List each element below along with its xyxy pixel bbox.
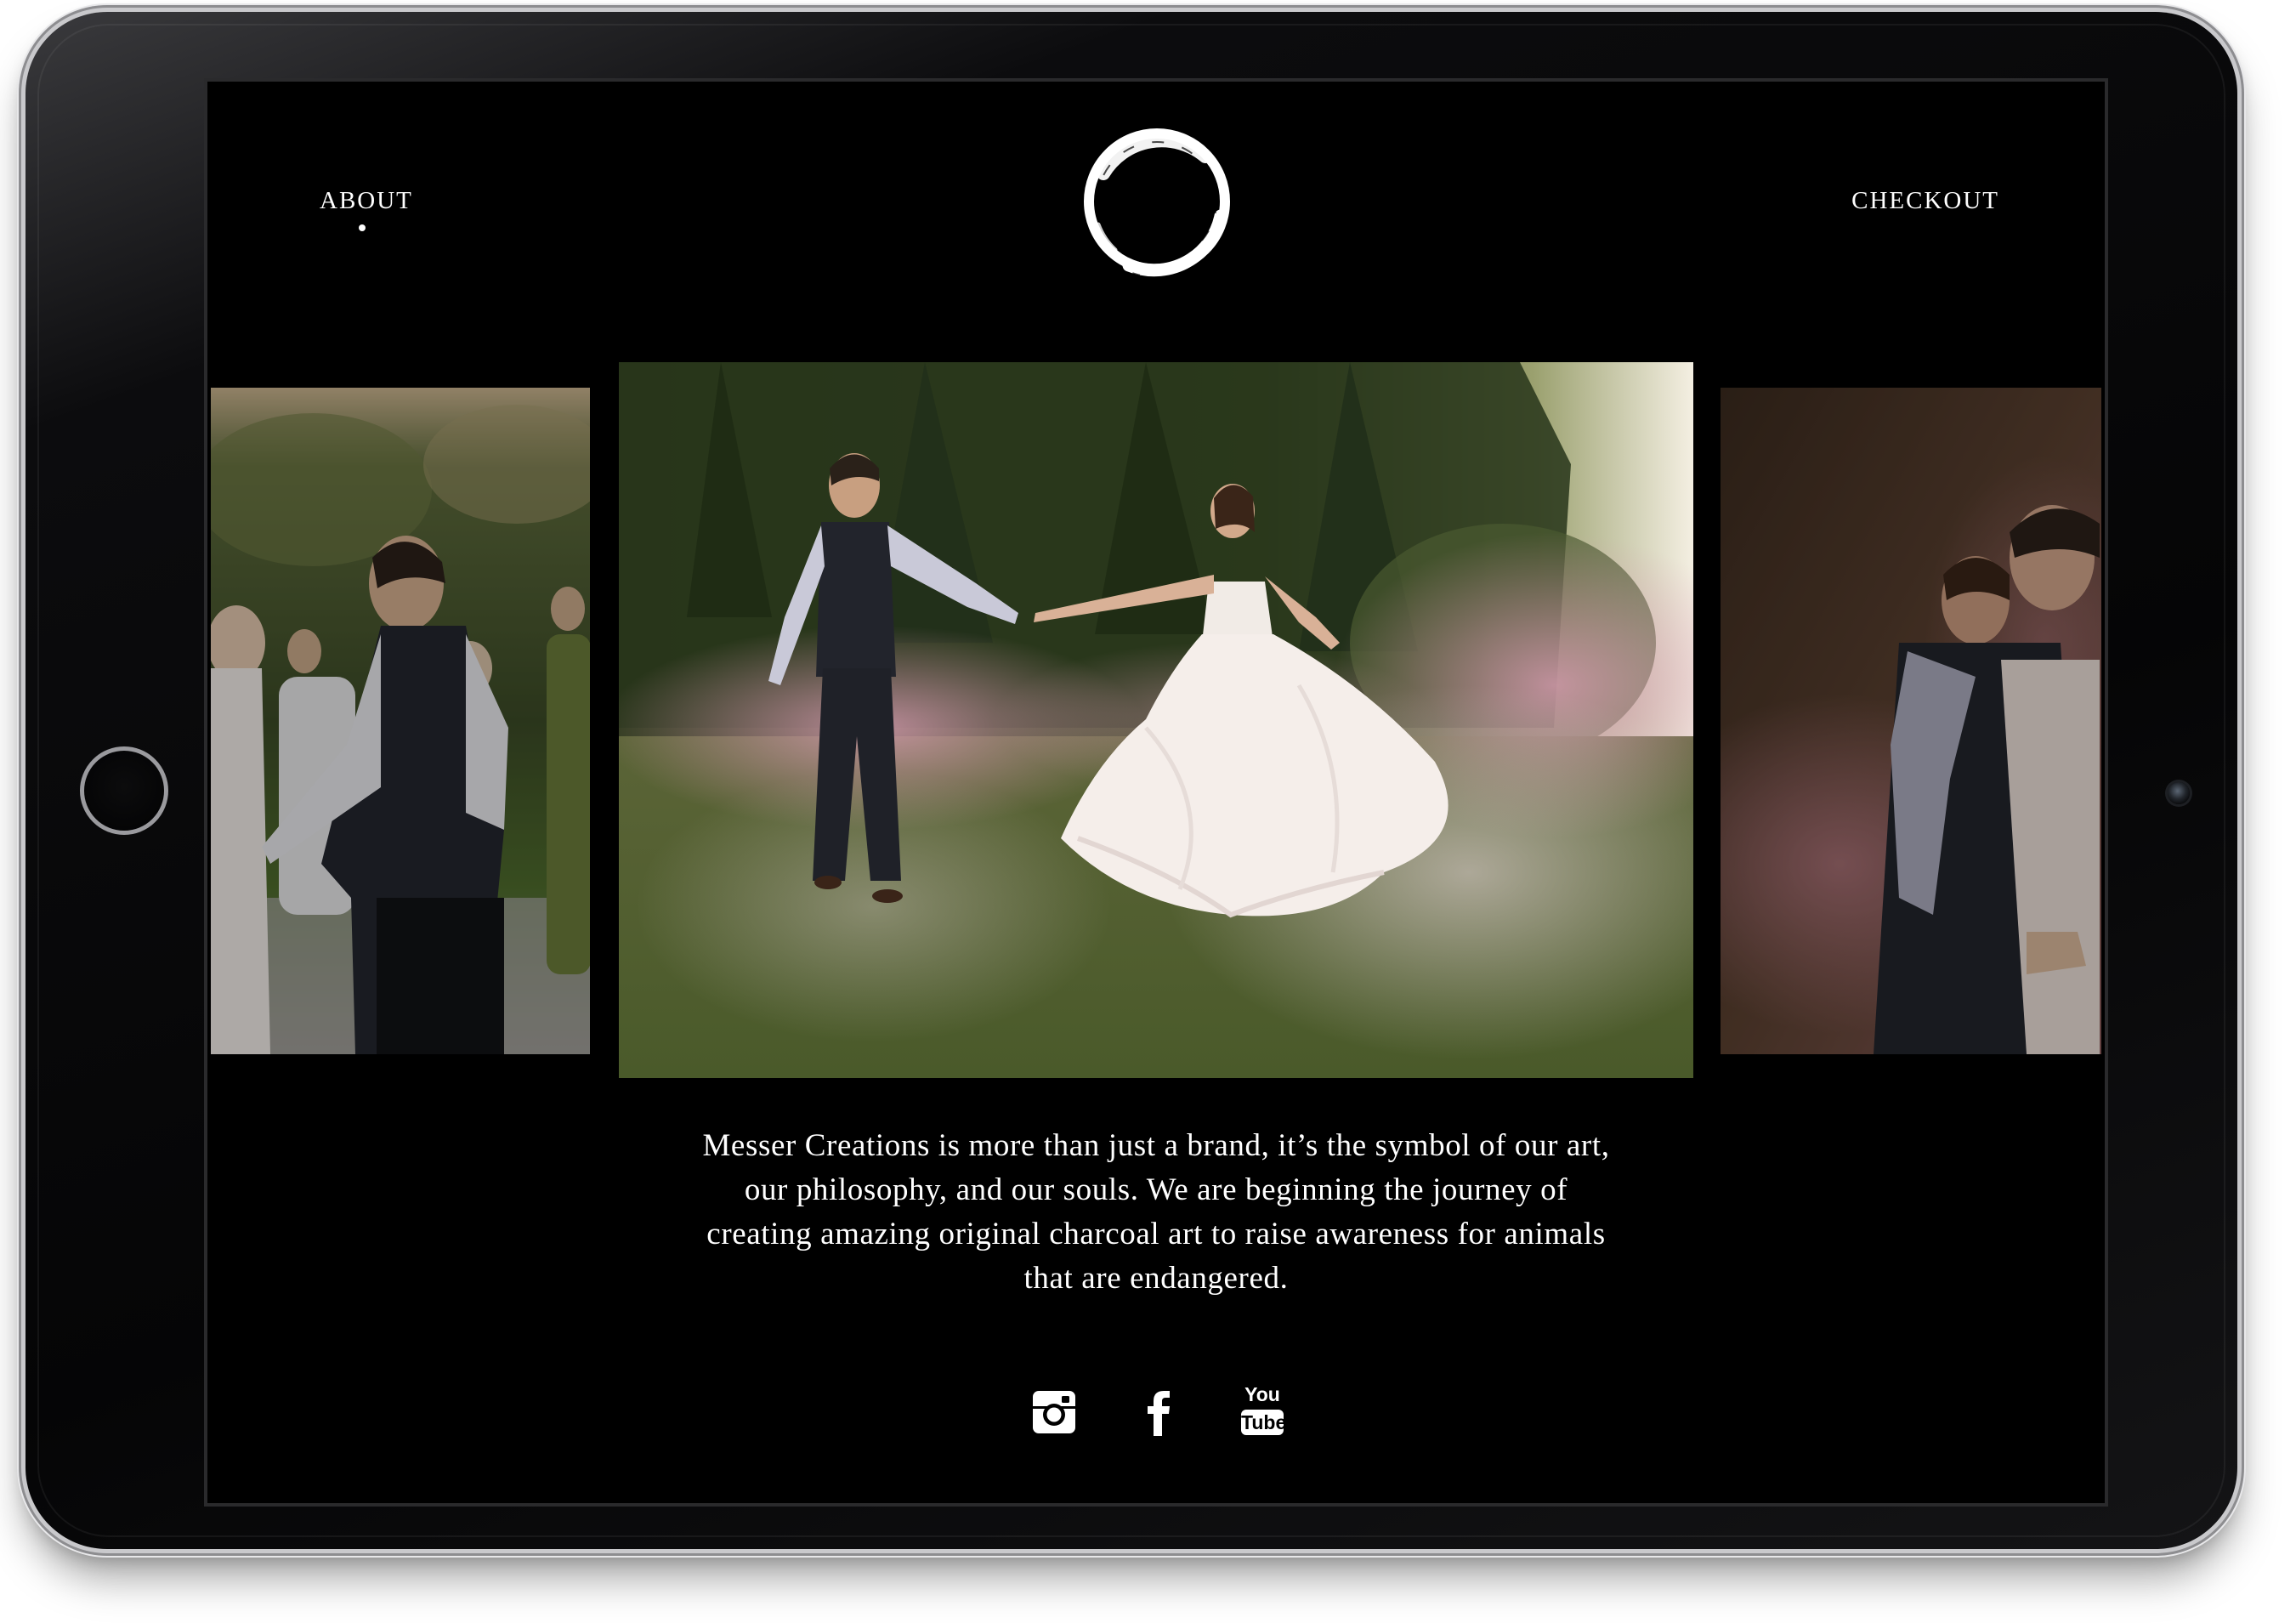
carousel-slide-previous[interactable] [211, 388, 590, 1054]
tablet-device: ABOUT CHECKOUT Messer Creations is more … [26, 12, 2237, 1549]
nav-checkout-link[interactable]: CHECKOUT [1851, 187, 1999, 215]
front-camera [2168, 782, 2190, 804]
youtube-icon[interactable]: You Tube [1241, 1382, 1287, 1439]
nav-active-indicator [359, 224, 366, 231]
instagram-icon[interactable] [1030, 1388, 1078, 1436]
youtube-logo-tube: Tube [1241, 1410, 1287, 1435]
youtube-logo-you: You [1244, 1383, 1280, 1405]
brush-circle-logo-icon[interactable] [1078, 122, 1236, 281]
nav-about-link[interactable]: ABOUT [320, 187, 413, 215]
brand-description: Messer Creations is more than just a bra… [702, 1128, 1610, 1296]
carousel-slide-next[interactable] [1721, 388, 2101, 1054]
home-button[interactable] [80, 746, 168, 835]
carousel-slide-current[interactable] [619, 362, 1693, 1078]
facebook-icon[interactable] [1136, 1388, 1183, 1436]
mockup-stage: ABOUT CHECKOUT Messer Creations is more … [0, 0, 2296, 1623]
website-screen: ABOUT CHECKOUT Messer Creations is more … [207, 82, 2105, 1503]
